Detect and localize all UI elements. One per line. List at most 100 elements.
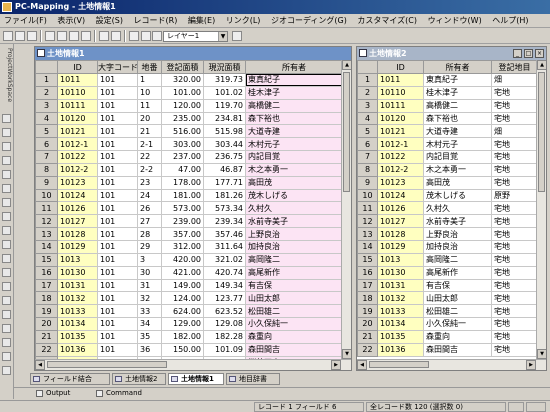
delete-icon[interactable] — [2, 310, 11, 319]
scroll-thumb[interactable] — [343, 72, 350, 192]
table-cell[interactable]: 有吉保 — [423, 278, 492, 293]
table-cell[interactable]: 1012-1 — [57, 137, 98, 152]
tab-land-info-2[interactable]: 土地情報2 — [112, 373, 166, 385]
map-icon[interactable] — [129, 31, 139, 41]
table-cell[interactable]: 茂木しげる — [423, 188, 492, 203]
table-cell[interactable]: 10129 — [377, 239, 424, 254]
menu-geocoding[interactable]: ジオコーディング(G) — [267, 14, 351, 28]
table-row[interactable]: 8 1012-2 101 2-2 47.00 46.87 木之本勇一 — [35, 162, 343, 177]
table-cell[interactable]: 桂木津子 — [245, 85, 343, 100]
scroll-right-icon[interactable]: ▶ — [526, 360, 536, 370]
menu-settings[interactable]: 設定(S) — [92, 14, 127, 28]
table-row[interactable]: 5 10121 101 21 516.00 515.98 大道寺建 — [35, 124, 343, 139]
table-cell[interactable]: 加持良治 — [245, 239, 343, 254]
table-cell[interactable]: 234.81 — [203, 111, 246, 126]
table-cell[interactable]: 高橋健二 — [423, 98, 492, 113]
table-cell[interactable]: 129.00 — [161, 317, 204, 331]
horizontal-scrollbar[interactable]: ◀ ▶ — [357, 359, 546, 370]
table-row[interactable]: 18 10132 山田太郎 宅地 — [357, 291, 538, 306]
column-header[interactable]: 所有者 — [423, 60, 492, 74]
open-folder-icon[interactable] — [15, 31, 25, 41]
table-cell[interactable]: 236.75 — [203, 150, 246, 164]
save-icon[interactable] — [27, 31, 37, 41]
table-row[interactable]: 8 1012-2 木之本勇一 宅地 — [357, 162, 538, 177]
table-cell[interactable]: 28 — [137, 227, 162, 241]
table-cell[interactable]: 10 — [137, 85, 162, 100]
table-cell[interactable]: 10135 — [57, 329, 98, 344]
table-cell[interactable]: 23 — [137, 175, 162, 190]
table-cell[interactable]: 101 — [97, 98, 138, 113]
table-row[interactable]: 1 1011 101 1 320.00 319.73 東真紀子 — [35, 73, 343, 87]
table-cell[interactable]: 10132 — [57, 291, 98, 306]
table-cell[interactable]: 101 — [97, 162, 138, 177]
table-cell[interactable]: 10130 — [57, 265, 98, 280]
table-cell[interactable]: 高橋健二 — [245, 98, 343, 113]
menu-window[interactable]: ウィンドウ(W) — [424, 14, 486, 28]
table-cell[interactable]: 22 — [137, 150, 162, 164]
table-cell[interactable]: 178.00 — [161, 175, 204, 190]
table-window-2-titlebar[interactable]: 土地情報2 _ □ × — [357, 47, 546, 60]
table-cell[interactable]: 宅地 — [491, 252, 538, 267]
table-cell[interactable]: 420.00 — [161, 252, 204, 267]
table-cell[interactable]: 宅地 — [491, 317, 538, 331]
table-cell[interactable]: 303.44 — [203, 137, 246, 152]
table-cell[interactable]: 1011 — [377, 73, 424, 87]
table-row[interactable]: 20 10134 101 34 129.00 129.08 小久保純一 — [35, 317, 343, 331]
table-cell[interactable]: 高岡隆二 — [423, 252, 492, 267]
table-cell[interactable]: 森田間吉 — [423, 342, 492, 357]
table-row[interactable]: 17 10131 101 31 149.00 149.34 有吉保 — [35, 278, 343, 293]
table-cell[interactable]: 宅地 — [491, 342, 538, 357]
table-cell[interactable]: 1012-2 — [377, 162, 424, 177]
table-row[interactable]: 22 10136 森田間吉 宅地 — [357, 342, 538, 357]
binoculars-icon[interactable] — [99, 31, 109, 41]
table-row[interactable]: 11 10126 101 26 573.00 573.34 久村久 — [35, 201, 343, 216]
chevron-down-icon[interactable]: ▼ — [218, 32, 227, 41]
scroll-right-icon[interactable]: ▶ — [331, 360, 341, 370]
table-icon[interactable] — [141, 31, 151, 41]
table-cell[interactable]: 宅地 — [491, 214, 538, 229]
table-cell[interactable]: 624.00 — [161, 304, 204, 319]
table-row[interactable]: 12 10127 水前寺美子 宅地 — [357, 214, 538, 229]
table-cell[interactable]: 120.00 — [161, 98, 204, 113]
table-cell[interactable]: 原野 — [491, 188, 538, 203]
paste-icon[interactable] — [69, 31, 79, 41]
menu-view[interactable]: 表示(V) — [53, 14, 89, 28]
minimize-icon[interactable]: _ — [513, 49, 522, 58]
tab-land-info-1[interactable]: 土地情報1 — [168, 373, 224, 385]
table-cell[interactable]: 1 — [137, 73, 162, 87]
table-cell[interactable]: 10123 — [57, 175, 98, 190]
table-cell[interactable]: 東真紀子 — [245, 73, 343, 87]
table-cell[interactable]: 26 — [137, 201, 162, 216]
table-cell[interactable]: 21 — [137, 124, 162, 139]
scroll-down-icon[interactable]: ▼ — [342, 349, 351, 359]
table-cell[interactable]: 29 — [137, 239, 162, 254]
table-cell[interactable]: 101 — [97, 239, 138, 254]
close-icon[interactable]: × — [535, 49, 544, 58]
table-cell[interactable]: 10131 — [377, 278, 424, 293]
text-tool-icon[interactable] — [2, 240, 11, 249]
vertical-scrollbar[interactable]: ▲ ▼ — [341, 60, 351, 359]
table-cell[interactable]: 235.00 — [161, 111, 204, 126]
table-cell[interactable]: 森重向 — [423, 329, 492, 344]
table-cell[interactable]: 10130 — [377, 265, 424, 280]
table-cell[interactable]: 516.00 — [161, 124, 204, 139]
circle-tool-icon[interactable] — [2, 226, 11, 235]
menu-record[interactable]: レコード(R) — [130, 14, 182, 28]
table-cell[interactable]: 47.00 — [161, 162, 204, 177]
table-row[interactable]: 13 10128 101 28 357.00 357.46 上野良治 — [35, 227, 343, 241]
table-cell[interactable]: 内記目覚 — [423, 150, 492, 164]
table-row[interactable]: 21 10135 森重向 宅地 — [357, 329, 538, 344]
new-file-icon[interactable] — [3, 31, 13, 41]
table-cell[interactable]: 宅地 — [491, 329, 538, 344]
table-row[interactable]: 16 10130 101 30 421.00 420.74 高尾新作 — [35, 265, 343, 280]
layer-select[interactable]: レイヤー1 ▼ — [163, 31, 228, 42]
table-cell[interactable]: 101 — [97, 265, 138, 280]
table-cell[interactable]: 10122 — [377, 150, 424, 164]
table-cell[interactable]: 101 — [97, 188, 138, 203]
table-cell[interactable]: 101 — [97, 329, 138, 344]
table-cell[interactable]: 高田茂 — [423, 175, 492, 190]
table-cell[interactable]: 内記目覚 — [245, 150, 343, 164]
table-cell[interactable]: 高尾新作 — [245, 265, 343, 280]
table-cell[interactable]: 101 — [97, 304, 138, 319]
table-cell[interactable]: 123.77 — [203, 291, 246, 306]
